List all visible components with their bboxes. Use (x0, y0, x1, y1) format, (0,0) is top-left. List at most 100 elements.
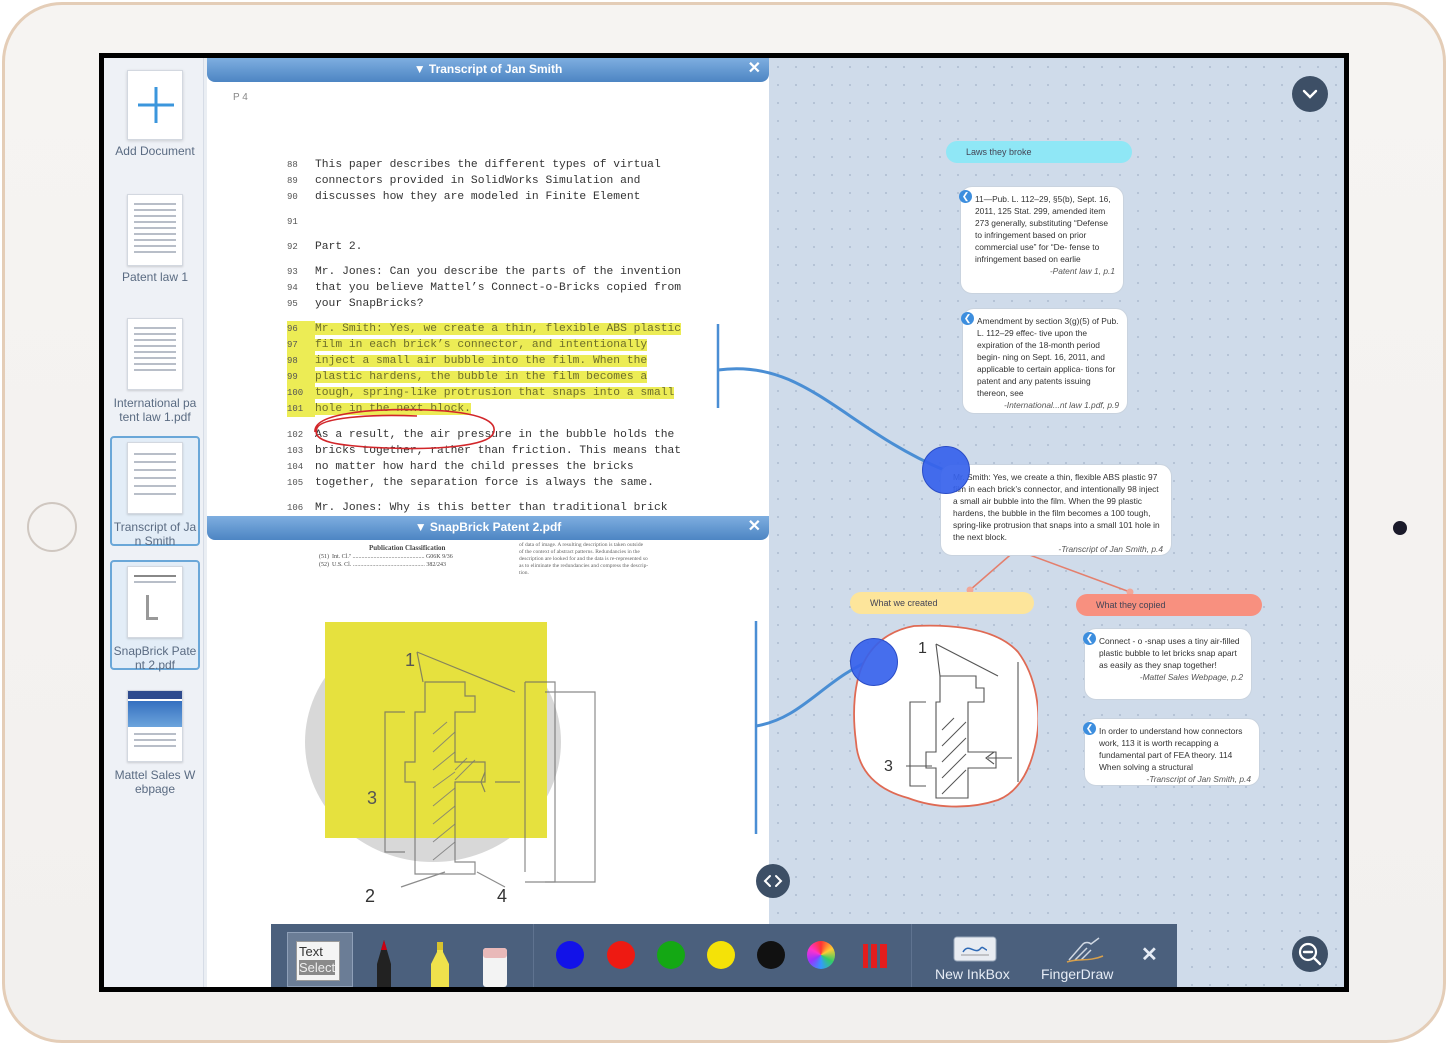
transcript-page[interactable]: P 4 88 This paper describes the different… (227, 86, 767, 516)
color-swatch-black[interactable] (757, 941, 785, 969)
transcript-title: ▼ Transcript of Jan Smith (413, 62, 563, 76)
document-thumbnail (127, 318, 183, 390)
new-inkbox-button[interactable]: New InkBox (931, 924, 1021, 987)
finger-draw-icon (1066, 937, 1104, 963)
sidebar-item-international-patent-law[interactable]: International pa tent law 1.pdf (110, 318, 200, 424)
add-document-tile[interactable] (127, 70, 183, 140)
main-note-card[interactable]: Mr. Smith: Yes, we create a thin, flexib… (940, 464, 1172, 556)
figure-label: 1 (405, 650, 416, 670)
toolbar-separator (533, 924, 534, 987)
note-card-source: -Patent law 1, p.1 (1049, 266, 1115, 276)
patent-document-pane: ▼ SnapBrick Patent 2.pdf ✕ Publication C… (207, 516, 769, 987)
note-header-created[interactable]: What we created (850, 592, 1034, 614)
sidebar-item-mattel-sales[interactable]: Mattel Sales W ebpage (110, 690, 200, 796)
close-icon[interactable]: ✕ (748, 516, 761, 538)
text-select-tool[interactable]: Text Select (287, 932, 353, 987)
note-header-label: What we created (870, 598, 938, 608)
sidebar-item-label-line2: ebpage (134, 782, 176, 796)
note-card[interactable]: ❮ In order to understand how connectors … (1083, 718, 1260, 786)
figure-label: 3 (367, 788, 378, 808)
note-card[interactable]: ❮ 11—Pub. L. 112–29, §5(b), Sept. 16, 20… (959, 186, 1124, 294)
patent-figure[interactable] (305, 612, 625, 902)
transcript-line: 89 connectors provided in SolidWorks Simu… (287, 175, 641, 187)
sidebar-item-snapbrick-patent[interactable]: SnapBrick Pate nt 2.pdf (110, 560, 200, 672)
close-icon[interactable]: ✕ (1141, 942, 1158, 967)
link-anchor-handle[interactable] (922, 446, 970, 494)
note-header-label: What they copied (1096, 600, 1166, 610)
classification-row: (51) Int. Cl.⁷ .........................… (319, 554, 453, 560)
note-card[interactable]: ❮ Connect - o -snap uses a tiny air-fill… (1083, 628, 1252, 700)
highlighted-line[interactable]: 98 inject a small air bubble into the fil… (287, 353, 648, 369)
highlighted-line[interactable]: 97 film in each brick’s connector, and in… (287, 337, 648, 353)
highlighted-line[interactable]: 96 Mr. Smith: Yes, we create a thin, flex… (287, 321, 682, 337)
color-picker-rainbow[interactable] (807, 941, 835, 969)
sidebar-item-label: Patent law 1 (121, 270, 189, 284)
document-sidebar: Add Document Patent law 1 International … (104, 58, 204, 987)
page-number: P 4 (233, 92, 248, 103)
split-view-toggle[interactable] (756, 864, 790, 898)
close-icon[interactable]: ✕ (748, 58, 761, 80)
add-document-button[interactable]: Add Document (110, 70, 200, 158)
note-card-text: Mr. Smith: Yes, we create a thin, flexib… (953, 472, 1160, 542)
note-card-source: -Transcript of Jan Smith, p.4 (1058, 544, 1163, 554)
sidebar-item-transcript[interactable]: Transcript of Ja n Smith (110, 436, 200, 548)
note-card-source: -Transcript of Jan Smith, p.4 (1146, 774, 1251, 784)
note-card-source: -International...nt law 1.pdf, p.9 (1004, 400, 1119, 410)
note-header-copied[interactable]: What they copied (1076, 594, 1262, 616)
patent-title: ▼ SnapBrick Patent 2.pdf (414, 520, 562, 534)
transcript-line: 104 no matter how hard the child presses … (287, 461, 634, 473)
transcript-line: 92 Part 2. (287, 241, 363, 253)
highlighter-tool-icon[interactable] (425, 938, 455, 987)
document-thumbnail (127, 690, 183, 762)
transcript-titlebar[interactable]: ▼ Transcript of Jan Smith ✕ (207, 58, 769, 82)
document-thumbnail (127, 566, 183, 638)
note-card[interactable]: ❮ Amendment by section 3(g)(5) of Pub. L… (961, 308, 1128, 414)
back-link-icon[interactable]: ❮ (959, 190, 972, 203)
pen-tool-icon[interactable] (369, 938, 399, 987)
ink-toolbar: Text Select New InkBox FingerDraw ✕ (271, 924, 1177, 987)
chevron-down-icon (1302, 89, 1318, 99)
document-thumbnail (127, 194, 183, 266)
figure-label: 2 (365, 886, 376, 906)
color-swatch-green[interactable] (657, 941, 685, 969)
split-arrows-icon (763, 875, 783, 887)
highlighted-line[interactable]: 100 tough, spring-like protrusion that sn… (287, 385, 675, 401)
transcript-line: 95 your SnapBricks? (287, 298, 424, 310)
note-header-laws[interactable]: Laws they broke (946, 141, 1132, 163)
note-card-text: In order to understand how connectors wo… (1099, 726, 1243, 772)
back-link-icon[interactable]: ❮ (1083, 722, 1096, 735)
finger-draw-button[interactable]: FingerDraw (1035, 924, 1135, 987)
plus-icon (138, 87, 174, 123)
figure-label: 1 (918, 640, 927, 657)
sidebar-item-label: Mattel Sales W (114, 768, 196, 782)
zoom-out-icon (1298, 942, 1322, 966)
color-swatch-yellow[interactable] (707, 941, 735, 969)
patent-page[interactable]: Publication Classification (51) Int. Cl.… (227, 540, 767, 985)
color-swatch-red[interactable] (607, 941, 635, 969)
sidebar-item-patent-law-1[interactable]: Patent law 1 (110, 194, 200, 284)
screen: Add Document Patent law 1 International … (99, 53, 1349, 992)
transcript-document-pane: ▼ Transcript of Jan Smith ✕ P 4 88 This p… (207, 58, 769, 518)
note-card-source: -Mattel Sales Webpage, p.2 (1139, 672, 1243, 682)
highlighted-line[interactable]: 99 plastic hardens, the bubble in the fil… (287, 369, 648, 385)
figure-label: 3 (884, 758, 893, 775)
text-select-icon: Text Select (296, 941, 340, 981)
stroke-width-icon[interactable] (861, 942, 889, 970)
link-anchor-handle[interactable] (850, 638, 898, 686)
ink-circle-annotation[interactable] (307, 404, 507, 454)
transcript-line: 94 that you believe Mattel’s Connect-o-Br… (287, 282, 682, 294)
back-link-icon[interactable]: ❮ (1083, 632, 1096, 645)
zoom-button[interactable] (1292, 936, 1328, 972)
color-swatch-blue[interactable] (556, 941, 584, 969)
classification-row: (52) U.S. Cl. ..........................… (319, 562, 447, 568)
new-inkbox-label: New InkBox (935, 966, 1010, 982)
eraser-tool-icon[interactable] (479, 942, 511, 987)
note-header-label: Laws they broke (966, 147, 1032, 157)
sidebar-item-label-line2: tent law 1.pdf (119, 410, 191, 424)
note-card-text: Amendment by section 3(g)(5) of Pub. L. … (977, 316, 1119, 398)
patent-titlebar[interactable]: ▼ SnapBrick Patent 2.pdf ✕ (207, 516, 769, 540)
collapse-button[interactable] (1292, 76, 1328, 112)
back-link-icon[interactable]: ❮ (961, 312, 974, 325)
home-button[interactable] (27, 502, 77, 552)
finger-draw-label: FingerDraw (1041, 966, 1114, 982)
